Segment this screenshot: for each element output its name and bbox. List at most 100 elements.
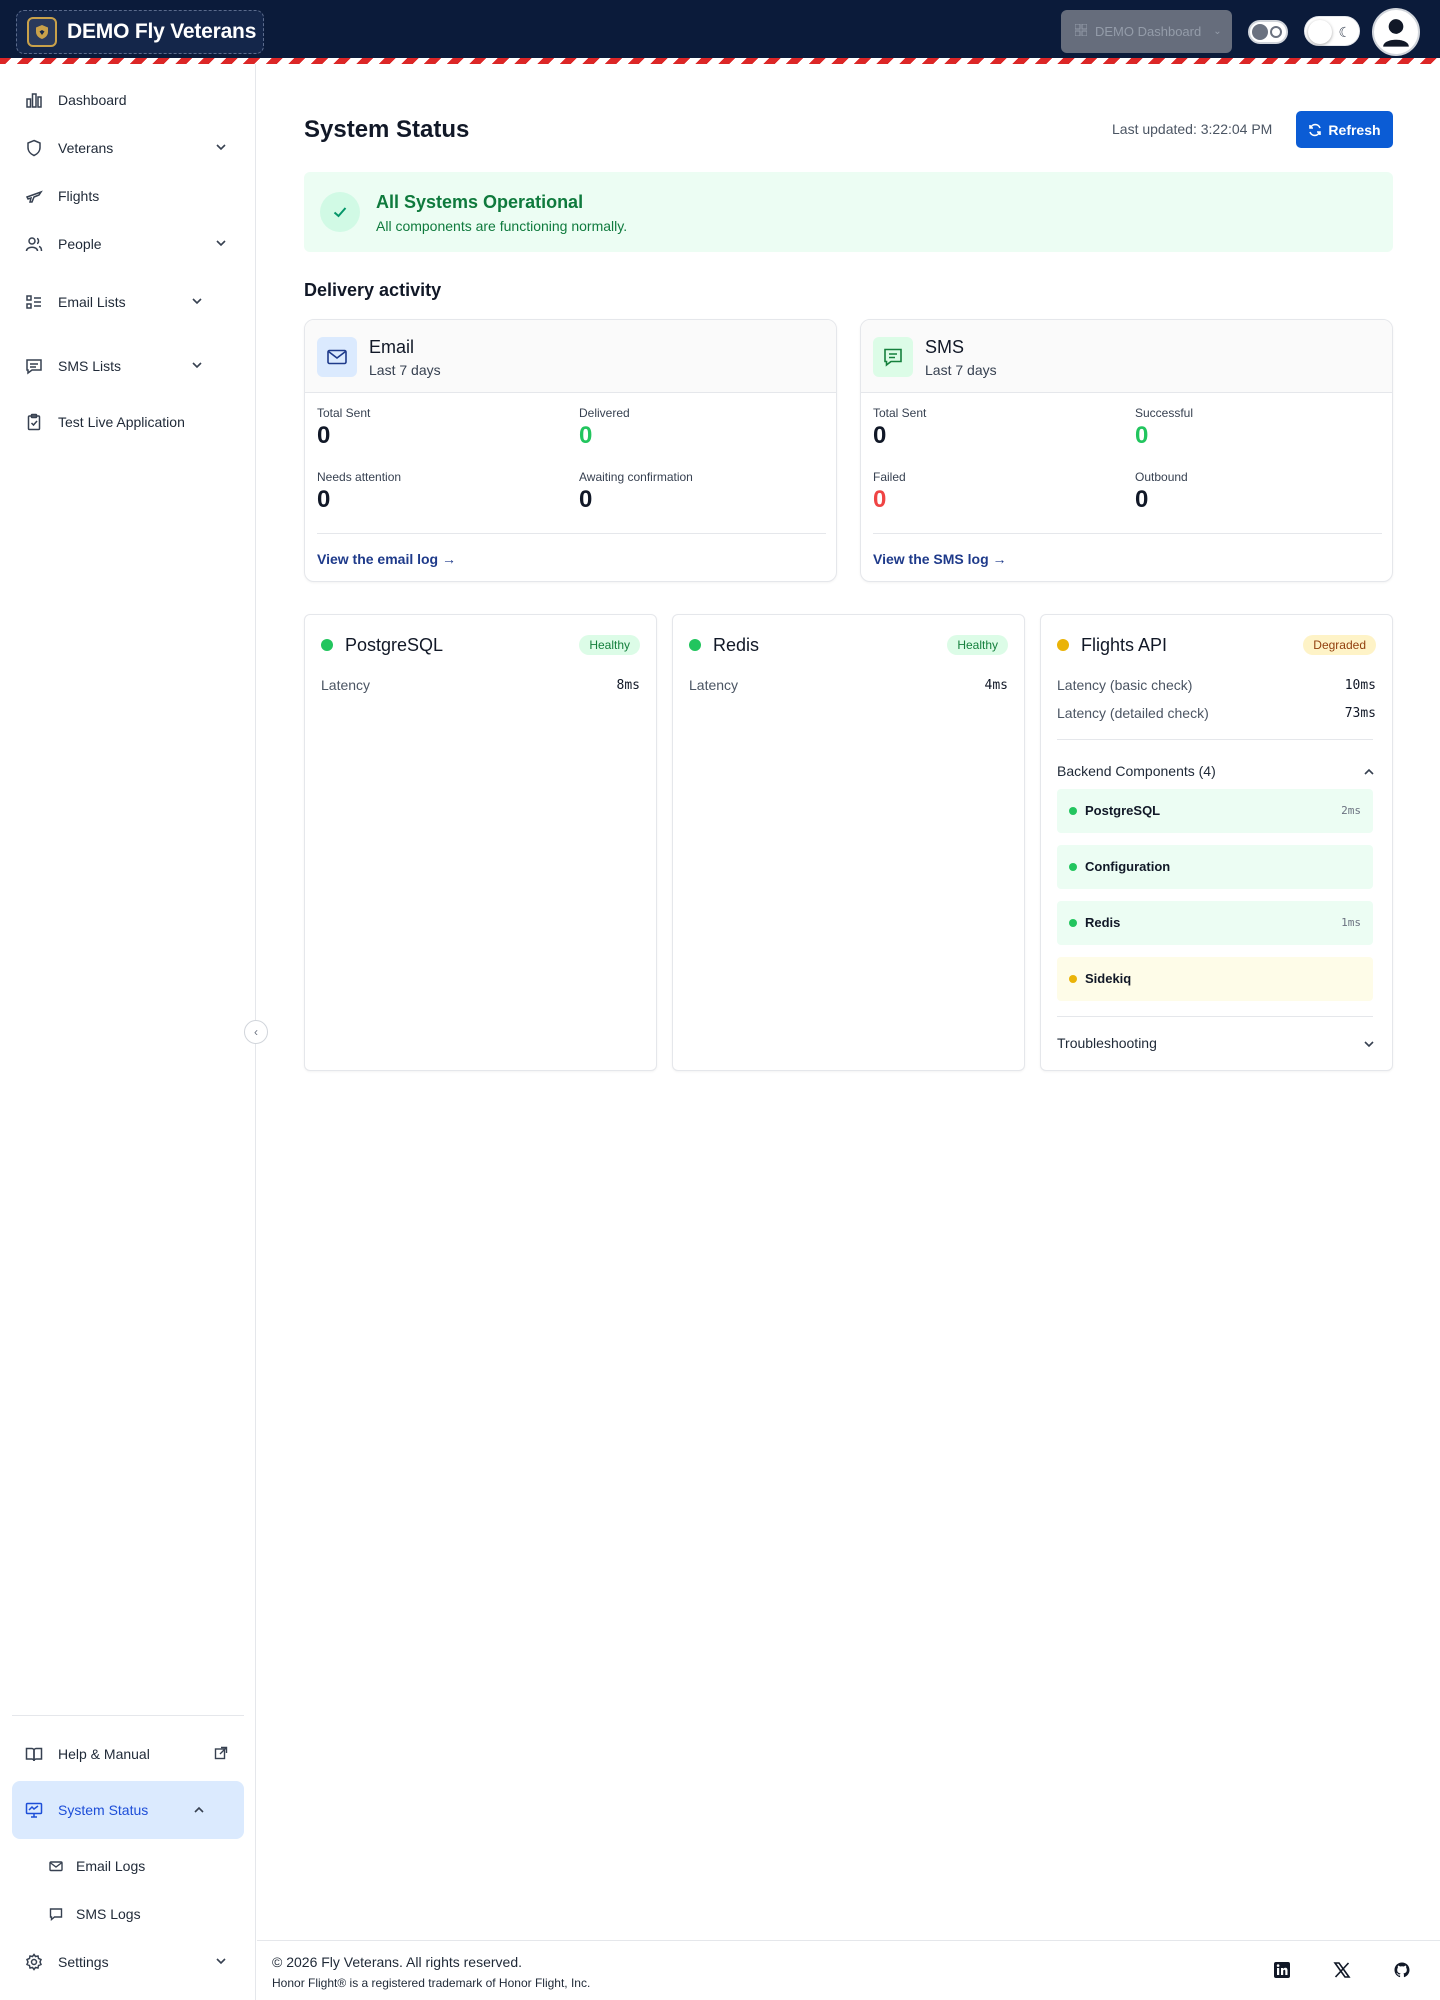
plane-icon (24, 186, 44, 206)
backend-components-toggle[interactable]: Backend Components (4) (1057, 763, 1216, 779)
mail-icon (317, 337, 357, 377)
sidebar-item-label: Email Lists (58, 294, 126, 310)
sidebar-item-label: Veterans (58, 140, 114, 156)
status-dot (321, 639, 333, 651)
component-name: Configuration (1085, 859, 1171, 874)
card-title: Email (369, 337, 415, 357)
postgresql-service-card: PostgreSQL Healthy Latency 8ms (304, 614, 657, 1071)
view-email-log-link[interactable]: View the email log → (317, 551, 456, 567)
stat-label: Outbound (1135, 470, 1188, 484)
stat-label: Awaiting confirmation (579, 470, 693, 484)
latency-value: 8ms (616, 678, 640, 693)
redis-service-card: Redis Healthy Latency 4ms (672, 614, 1025, 1071)
copyright-text: © 2026 Fly Veterans. All rights reserved… (272, 1954, 522, 1970)
sidebar-item-sms-lists[interactable]: SMS Lists (12, 346, 220, 386)
email-delivery-card: Email Last 7 days Total Sent 0 Delivered… (304, 319, 837, 582)
grid-icon (1074, 23, 1088, 39)
list-icon (24, 292, 44, 312)
card-divider (873, 533, 1382, 534)
linkedin-icon[interactable] (1273, 1961, 1293, 1981)
message-icon (24, 356, 44, 376)
chevron-down-icon (216, 1958, 226, 1965)
bar-chart-icon (24, 90, 44, 110)
component-latency: 1ms (1341, 916, 1361, 929)
stat-label: Total Sent (873, 406, 927, 420)
sidebar-item-dashboard[interactable]: Dashboard (12, 80, 244, 120)
brand-link[interactable]: DEMO Fly Veterans (16, 10, 264, 54)
github-icon[interactable] (1393, 1961, 1413, 1981)
sidebar-item-system-status[interactable]: System Status (12, 1781, 244, 1839)
theme-toggle[interactable] (1248, 20, 1288, 44)
refresh-button[interactable]: Refresh (1296, 111, 1393, 148)
stat-label: Total Sent (317, 406, 371, 420)
sidebar-item-label: SMS Logs (76, 1906, 141, 1922)
backend-component-configuration: Configuration (1057, 845, 1373, 889)
user-avatar-icon[interactable] (1372, 8, 1420, 56)
stat-value: 0 (873, 486, 887, 513)
last-updated-text: Last updated: 3:22:04 PM (1112, 121, 1273, 137)
collapse-sidebar-button[interactable]: ‹ (244, 1020, 268, 1044)
sms-delivery-card: SMS Last 7 days Total Sent 0 Successful … (860, 319, 1393, 582)
chevron-down-icon: ⌄ (1213, 26, 1222, 37)
status-badge: Degraded (1303, 635, 1376, 655)
sidebar-item-help-manual[interactable]: Help & Manual (12, 1734, 244, 1774)
sidebar-item-label: Email Logs (76, 1858, 146, 1874)
monitor-icon (24, 1800, 44, 1820)
stat-label: Delivered (579, 406, 630, 420)
toggle-knob (1252, 24, 1268, 40)
sidebar-item-label: People (58, 236, 102, 252)
sidebar-item-label: Flights (58, 188, 100, 204)
top-navbar: DEMO Fly Veterans DEMO Dashboard ⌄ ☾ (0, 0, 1440, 64)
stat-label: Successful (1135, 406, 1194, 420)
chevron-up-icon (194, 1806, 204, 1813)
card-header: SMS Last 7 days (861, 320, 1392, 393)
troubleshooting-toggle[interactable]: Troubleshooting (1057, 1035, 1157, 1051)
card-header: Email Last 7 days (305, 320, 836, 393)
view-sms-log-link[interactable]: View the SMS log → (873, 551, 1007, 567)
section-divider (1057, 739, 1373, 740)
sidebar-item-settings[interactable]: Settings (12, 1942, 244, 1982)
sidebar: Dashboard Veterans Flights People Email … (0, 64, 256, 2000)
service-name: PostgreSQL (345, 635, 444, 655)
gear-icon (24, 1952, 44, 1972)
sidebar-item-email-logs[interactable]: Email Logs (12, 1846, 244, 1886)
sidebar-item-flights[interactable]: Flights (12, 176, 244, 216)
status-badge: Healthy (579, 635, 640, 655)
component-name: Sidekiq (1085, 971, 1132, 986)
flights-api-service-card: Flights API Degraded Latency (basic chec… (1040, 614, 1393, 1071)
demo-dashboard-label: DEMO Dashboard (1095, 24, 1202, 39)
chevron-down-icon[interactable] (1362, 1037, 1376, 1051)
clipboard-icon (24, 412, 44, 432)
sidebar-item-people[interactable]: People (12, 224, 244, 264)
users-icon (24, 234, 44, 254)
sidebar-item-label: SMS Lists (58, 358, 122, 374)
footer: © 2026 Fly Veterans. All rights reserved… (257, 1940, 1440, 2000)
x-icon[interactable] (1333, 1961, 1353, 1981)
dark-mode-knob (1308, 20, 1332, 44)
sidebar-item-veterans[interactable]: Veterans (12, 128, 244, 168)
status-badge: Healthy (947, 635, 1008, 655)
stat-value: 0 (579, 422, 593, 449)
service-name: Flights API (1081, 635, 1168, 655)
sidebar-item-email-lists[interactable]: Email Lists (12, 282, 220, 322)
sidebar-item-test-live-application[interactable]: Test Live Application (12, 402, 244, 442)
dark-mode-toggle[interactable]: ☾ (1304, 16, 1360, 46)
service-name: Redis (713, 635, 760, 655)
latency-basic-label: Latency (basic check) (1057, 677, 1193, 693)
card-divider (317, 533, 826, 534)
backend-component-redis: Redis 1ms (1057, 901, 1373, 945)
chevron-up-icon[interactable] (1362, 765, 1376, 779)
check-icon (320, 192, 360, 232)
card-period: Last 7 days (925, 362, 997, 378)
status-banner: All Systems Operational All components a… (304, 172, 1393, 252)
sidebar-item-sms-logs[interactable]: SMS Logs (12, 1894, 244, 1934)
stat-label: Failed (873, 470, 906, 484)
shield-logo-icon (27, 17, 57, 47)
refresh-icon (1309, 123, 1322, 136)
moon-icon: ☾ (1338, 24, 1351, 40)
demo-dashboard-button[interactable]: DEMO Dashboard ⌄ (1061, 10, 1232, 53)
book-icon (24, 1744, 44, 1764)
card-period: Last 7 days (369, 362, 441, 378)
message-icon (46, 1904, 66, 1924)
sidebar-item-label: Dashboard (58, 92, 127, 108)
